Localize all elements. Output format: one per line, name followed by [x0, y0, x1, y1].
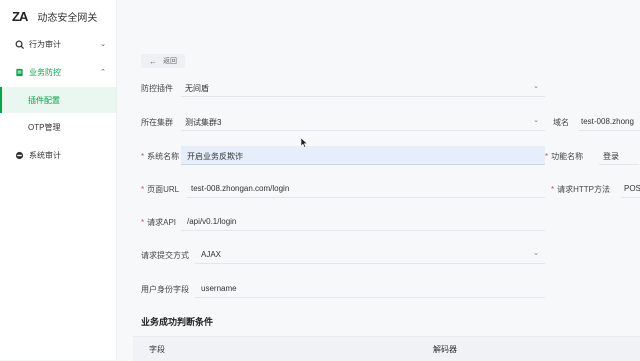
main-content: ← 返回 防控插件 无间盾 ⌄ 所在集群 测试集群3 ⌄ 域名 test-008… [117, 0, 640, 361]
brand-logo: ZA [12, 8, 28, 24]
chevron-up-icon: ⌃ [100, 69, 106, 76]
chevron-down-icon: ⌄ [533, 83, 539, 90]
page-url-label: * 页面URL [141, 185, 180, 194]
http-method-select[interactable]: POS [621, 179, 640, 198]
shield-icon [16, 68, 23, 76]
submit-method-value: AJAX [201, 250, 222, 259]
plugin-value: 无间盾 [185, 84, 209, 93]
page-url-input[interactable]: test-008.zhongan.com/login [187, 179, 545, 198]
back-button[interactable]: ← 返回 [141, 54, 185, 68]
sidebar-item-behavior-audit[interactable]: 行为审计 ⌄ [0, 33, 116, 55]
sidebar-item-label: OTP管理 [28, 122, 61, 132]
domain-value: test-008.zhong [581, 117, 634, 126]
conditions-table-header: 字段 解码器 [133, 336, 640, 361]
back-button-label: 返回 [163, 58, 177, 65]
brand: ZA 动态安全网关 [12, 6, 97, 26]
app-title: 动态安全网关 [37, 12, 98, 24]
chevron-down-icon: ⌄ [533, 250, 539, 257]
function-name-input[interactable]: 登录 [599, 146, 639, 165]
sidebar-item-system-audit[interactable]: 系统审计 [0, 144, 116, 166]
user-field-value: username [201, 284, 237, 293]
table-header-decoder: 解码器 [433, 345, 457, 354]
sidebar-item-label: 系统审计 [29, 150, 61, 160]
sidebar-item-otp[interactable]: OTP管理 [0, 114, 116, 140]
sidebar-item-label: 插件配置 [28, 95, 60, 105]
system-name-label: * 系统名称 [141, 152, 180, 161]
http-method-value: POS [624, 184, 640, 193]
domain-input[interactable]: test-008.zhong [579, 112, 640, 131]
sidebar: ZA 动态安全网关 行为审计 ⌄ 业务防控 ⌃ 插件配置 OTP管理 系统审计 [0, 0, 117, 360]
table-header-field: 字段 [149, 345, 165, 354]
system-name-input[interactable]: 开启业务反欺诈 [181, 146, 545, 165]
cluster-select[interactable]: 测试集群3 ⌄ [181, 112, 545, 131]
api-value: /api/v0.1/login [187, 217, 237, 226]
page-url-value: test-008.zhongan.com/login [191, 184, 290, 193]
chevron-down-icon: ⌄ [533, 117, 539, 124]
domain-label: 域名 [553, 118, 569, 127]
api-input[interactable]: /api/v0.1/login [181, 212, 545, 231]
sidebar-item-label: 行为审计 [29, 39, 61, 49]
audit-icon [15, 40, 24, 49]
http-method-label: * 请求HTTP方法 [551, 185, 611, 194]
function-name-value: 登录 [603, 152, 619, 161]
sidebar-item-label: 业务防控 [29, 67, 61, 77]
sidebar-item-plugin-config[interactable]: 插件配置 [0, 87, 116, 113]
plugin-label: 防控插件 [141, 84, 173, 93]
mouse-cursor-icon [301, 138, 307, 148]
chevron-down-icon: ⌄ [100, 41, 106, 48]
section-title: 业务成功判断条件 [141, 317, 214, 327]
user-field-label: 用户身份字段 [141, 285, 189, 294]
system-audit-icon [15, 151, 24, 159]
api-label: * 请求API [141, 218, 177, 227]
plugin-select[interactable]: 无间盾 ⌄ [181, 78, 545, 97]
submit-method-label: 请求提交方式 [141, 251, 189, 260]
system-name-value: 开启业务反欺诈 [187, 152, 243, 161]
function-name-label: * 功能名称 [545, 152, 584, 161]
submit-method-select[interactable]: AJAX ⌄ [195, 245, 545, 264]
arrow-left-icon: ← [149, 56, 157, 66]
cluster-value: 测试集群3 [185, 118, 222, 127]
cluster-label: 所在集群 [141, 118, 173, 127]
user-field-input[interactable]: username [195, 279, 545, 298]
sidebar-item-business-control[interactable]: 业务防控 ⌃ [0, 61, 116, 83]
